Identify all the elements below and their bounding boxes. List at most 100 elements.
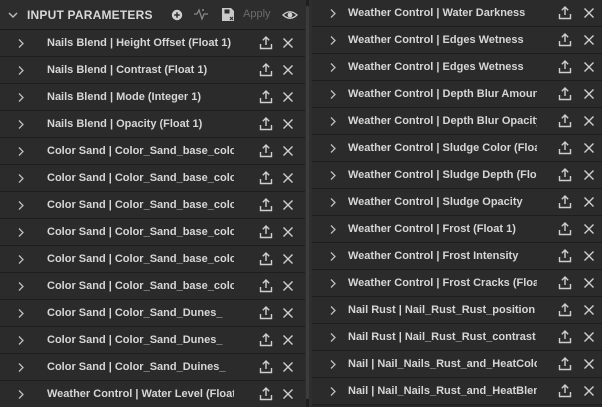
- chevron-right-icon[interactable]: [328, 35, 338, 46]
- export-icon[interactable]: [558, 194, 572, 210]
- export-icon[interactable]: [558, 32, 572, 48]
- parameter-row[interactable]: Color Sand | Color_Sand_base_color: [0, 192, 305, 219]
- close-icon[interactable]: [582, 141, 596, 155]
- chevron-right-icon[interactable]: [16, 227, 26, 238]
- parameter-row[interactable]: Nails Blend | Opacity (Float 1): [0, 111, 305, 138]
- chevron-right-icon[interactable]: [16, 146, 26, 157]
- close-icon[interactable]: [281, 306, 295, 320]
- close-icon[interactable]: [582, 330, 596, 344]
- parameter-row[interactable]: Color Sand | Color_Sand_Dunes_: [0, 327, 305, 354]
- export-icon[interactable]: [259, 224, 273, 240]
- parameter-row[interactable]: Nail | Nail_Nails_Rust_and_HeatBlend: [312, 378, 602, 405]
- chevron-right-icon[interactable]: [328, 116, 338, 127]
- close-icon[interactable]: [281, 171, 295, 185]
- chevron-right-icon[interactable]: [328, 251, 338, 262]
- export-icon[interactable]: [558, 113, 572, 129]
- close-icon[interactable]: [281, 117, 295, 131]
- apply-button[interactable]: Apply: [243, 8, 271, 20]
- export-icon[interactable]: [259, 386, 273, 402]
- chevron-right-icon[interactable]: [328, 386, 338, 397]
- chevron-right-icon[interactable]: [16, 281, 26, 292]
- close-icon[interactable]: [582, 357, 596, 371]
- export-icon[interactable]: [558, 86, 572, 102]
- export-icon[interactable]: [558, 356, 572, 372]
- parameter-row[interactable]: Color Sand | Color_Sand_base_color: [0, 138, 305, 165]
- chevron-right-icon[interactable]: [328, 8, 338, 19]
- close-icon[interactable]: [582, 303, 596, 317]
- export-icon[interactable]: [558, 302, 572, 318]
- parameter-row[interactable]: Color Sand | Color_Sand_base_color: [0, 165, 305, 192]
- close-icon[interactable]: [582, 87, 596, 101]
- chevron-right-icon[interactable]: [328, 224, 338, 235]
- close-icon[interactable]: [281, 63, 295, 77]
- close-icon[interactable]: [281, 252, 295, 266]
- parameter-row[interactable]: Nails Blend | Mode (Integer 1): [0, 84, 305, 111]
- export-icon[interactable]: [558, 140, 572, 156]
- close-icon[interactable]: [582, 276, 596, 290]
- parameter-row[interactable]: Weather Control | Water Darkness: [312, 0, 602, 27]
- parameter-row[interactable]: Weather Control | Depth Blur Amount: [312, 81, 602, 108]
- chevron-right-icon[interactable]: [16, 362, 26, 373]
- parameter-row[interactable]: Weather Control | Edges Wetness: [312, 54, 602, 81]
- parameter-row[interactable]: Color Sand | Color_Sand_base_color: [0, 273, 305, 300]
- chevron-right-icon[interactable]: [16, 200, 26, 211]
- parameter-row[interactable]: Weather Control | Frost (Float 1): [312, 216, 602, 243]
- close-icon[interactable]: [582, 249, 596, 263]
- parameter-row[interactable]: Weather Control | Sludge Depth (Float 1): [312, 162, 602, 189]
- export-icon[interactable]: [259, 278, 273, 294]
- chevron-right-icon[interactable]: [16, 389, 26, 400]
- close-icon[interactable]: [582, 168, 596, 182]
- chevron-right-icon[interactable]: [328, 197, 338, 208]
- export-icon[interactable]: [259, 359, 273, 375]
- chevron-right-icon[interactable]: [328, 305, 338, 316]
- export-icon[interactable]: [259, 251, 273, 267]
- export-icon[interactable]: [558, 221, 572, 237]
- close-icon[interactable]: [281, 144, 295, 158]
- chevron-right-icon[interactable]: [16, 335, 26, 346]
- parameter-row[interactable]: Nail Rust | Nail_Rust_Rust_position: [312, 297, 602, 324]
- panel-scrollbar[interactable]: [305, 0, 312, 407]
- close-icon[interactable]: [281, 198, 295, 212]
- export-icon[interactable]: [558, 167, 572, 183]
- close-icon[interactable]: [582, 60, 596, 74]
- chevron-right-icon[interactable]: [328, 278, 338, 289]
- export-icon[interactable]: [259, 62, 273, 78]
- parameter-row[interactable]: Nails Blend | Contrast (Float 1): [0, 57, 305, 84]
- add-icon[interactable]: [169, 7, 185, 23]
- parameter-row[interactable]: Nails Blend | Height Offset (Float 1): [0, 30, 305, 57]
- export-icon[interactable]: [558, 248, 572, 264]
- chevron-right-icon[interactable]: [16, 254, 26, 265]
- export-icon[interactable]: [259, 143, 273, 159]
- export-icon[interactable]: [558, 275, 572, 291]
- chevron-right-icon[interactable]: [16, 92, 26, 103]
- export-icon[interactable]: [259, 197, 273, 213]
- parameter-row[interactable]: Color Sand | Color_Sand_Duines_: [0, 354, 305, 381]
- chevron-right-icon[interactable]: [328, 359, 338, 370]
- export-icon[interactable]: [259, 305, 273, 321]
- close-icon[interactable]: [582, 6, 596, 20]
- close-icon[interactable]: [281, 225, 295, 239]
- chevron-right-icon[interactable]: [328, 143, 338, 154]
- transform-icon[interactable]: [193, 7, 209, 23]
- parameter-row[interactable]: Color Sand | Color_Sand_base_color: [0, 219, 305, 246]
- save-icon[interactable]: [220, 7, 236, 23]
- export-icon[interactable]: [558, 329, 572, 345]
- export-icon[interactable]: [259, 332, 273, 348]
- export-icon[interactable]: [558, 383, 572, 399]
- close-icon[interactable]: [582, 384, 596, 398]
- close-icon[interactable]: [582, 33, 596, 47]
- parameter-row[interactable]: Color Sand | Color_Sand_base_color: [0, 246, 305, 273]
- close-icon[interactable]: [281, 333, 295, 347]
- export-icon[interactable]: [259, 89, 273, 105]
- parameter-row[interactable]: Color Sand | Color_Sand_Dunes_: [0, 300, 305, 327]
- export-icon[interactable]: [259, 170, 273, 186]
- close-icon[interactable]: [582, 222, 596, 236]
- parameter-row[interactable]: Weather Control | Frost Intensity: [312, 243, 602, 270]
- parameter-row[interactable]: Weather Control | Water Level (Float 1): [0, 381, 305, 407]
- chevron-right-icon[interactable]: [16, 308, 26, 319]
- parameter-row[interactable]: Weather Control | Depth Blur Opacity: [312, 108, 602, 135]
- close-icon[interactable]: [281, 360, 295, 374]
- close-icon[interactable]: [582, 195, 596, 209]
- chevron-right-icon[interactable]: [16, 65, 26, 76]
- parameter-row[interactable]: Nail | Nail_Nails_Rust_and_HeatColor: [312, 351, 602, 378]
